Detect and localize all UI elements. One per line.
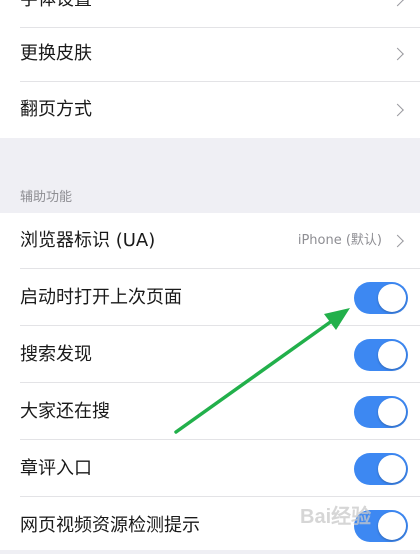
font-settings-row[interactable]: 字体设置 <box>0 0 420 28</box>
chapter-comment-entry-label: 章评入口 <box>20 458 92 479</box>
others-searching-row: 大家还在搜 <box>0 384 420 440</box>
chevron-right-icon <box>391 47 404 61</box>
toggle-knob <box>378 398 406 426</box>
toggle-knob <box>378 341 406 369</box>
browser-ua-value: iPhone (默认) <box>297 233 382 248</box>
row-divider <box>20 496 420 497</box>
browser-ua-row[interactable]: 浏览器标识 (UA) iPhone (默认) <box>0 213 420 269</box>
others-searching-label: 大家还在搜 <box>20 401 110 422</box>
section-title-aux: 辅助功能 <box>20 190 73 205</box>
restore-last-page-label: 启动时打开上次页面 <box>20 287 182 308</box>
search-discovery-toggle[interactable] <box>354 339 408 371</box>
chevron-right-icon <box>391 0 404 7</box>
video-detection-label: 网页视频资源检测提示 <box>20 515 200 536</box>
chevron-right-icon <box>391 103 404 117</box>
chapter-comment-entry-row: 章评入口 <box>0 441 420 497</box>
page-turn-mode-label: 翻页方式 <box>20 99 92 120</box>
toggle-knob <box>378 284 406 312</box>
others-searching-toggle[interactable] <box>354 396 408 428</box>
toggle-knob <box>378 455 406 483</box>
row-divider <box>20 268 420 269</box>
page-turn-mode-row[interactable]: 翻页方式 <box>0 82 420 138</box>
search-discovery-label: 搜索发现 <box>20 344 92 365</box>
row-divider <box>20 439 420 440</box>
toggle-knob <box>378 512 406 540</box>
restore-last-page-row: 启动时打开上次页面 <box>0 270 420 326</box>
change-skin-row[interactable]: 更换皮肤 <box>0 26 420 82</box>
watermark: Bai经验 <box>300 506 372 528</box>
restore-last-page-toggle[interactable] <box>354 282 408 314</box>
search-discovery-row: 搜索发现 <box>0 327 420 383</box>
row-divider <box>20 325 420 326</box>
chapter-comment-entry-toggle[interactable] <box>354 453 408 485</box>
display-settings-group: 字体设置 更换皮肤 翻页方式 <box>0 0 420 138</box>
browser-ua-label: 浏览器标识 (UA) <box>20 230 156 251</box>
font-settings-label: 字体设置 <box>20 0 92 28</box>
chevron-right-icon <box>391 234 404 248</box>
row-divider <box>20 382 420 383</box>
change-skin-label: 更换皮肤 <box>20 43 92 64</box>
